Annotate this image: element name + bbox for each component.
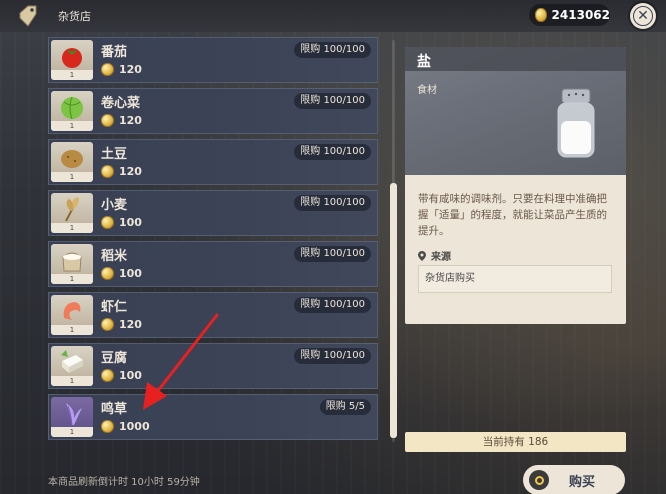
mora-coin-icon <box>101 318 114 331</box>
item-price: 100 <box>101 267 142 280</box>
item-quantity: 1 <box>51 121 93 131</box>
mora-counter: 2413062 <box>529 4 610 26</box>
source-entry[interactable]: 杂货店购买 <box>418 265 612 293</box>
item-thumbnail: 1 <box>51 142 93 182</box>
buy-confirm-icon <box>529 470 549 490</box>
buy-button[interactable]: 购买 <box>523 465 625 494</box>
item-name: 卷心菜 <box>101 96 141 111</box>
item-name: 豆腐 <box>101 351 128 366</box>
item-price: 100 <box>101 216 142 229</box>
potato-icon <box>58 145 86 171</box>
salt-shaker-icon <box>557 88 595 158</box>
item-price-value: 100 <box>119 216 142 229</box>
mora-coin-icon <box>101 267 114 280</box>
detail-type: 食材 <box>417 85 437 96</box>
item-detail-panel: 盐 食材 带有咸味的调味剂。只要在料理中准确把握「适量」的程度，就能让菜品产生质… <box>405 47 626 324</box>
purchase-limit: 限购 100/100 <box>294 246 371 262</box>
purchase-limit: 限购 100/100 <box>294 297 371 313</box>
item-name: 番茄 <box>101 45 128 60</box>
item-price: 120 <box>101 63 142 76</box>
item-price: 120 <box>101 114 142 127</box>
buy-button-label: 购买 <box>569 474 596 490</box>
item-thumbnail: 1 <box>51 91 93 131</box>
tofu-icon <box>58 349 86 375</box>
item-thumbnail: 1 <box>51 40 93 80</box>
close-button[interactable]: ✕ <box>630 3 656 29</box>
item-thumbnail: 1 <box>51 244 93 284</box>
item-thumbnail: 1 <box>51 397 93 437</box>
item-price: 1000 <box>101 420 150 433</box>
item-price-value: 120 <box>119 165 142 178</box>
item-thumbnail: 1 <box>51 295 93 335</box>
purchase-limit: 限购 100/100 <box>294 144 371 160</box>
shop-tag-icon <box>19 5 37 27</box>
detail-title: 盐 <box>417 54 431 70</box>
cabbage-icon <box>58 94 86 120</box>
item-quantity: 1 <box>51 376 93 386</box>
item-quantity: 1 <box>51 172 93 182</box>
item-thumbnail: 1 <box>51 346 93 386</box>
rice-icon <box>58 247 86 273</box>
item-price-value: 120 <box>119 63 142 76</box>
mora-coin-icon <box>101 216 114 229</box>
shop-title: 杂货店 <box>58 10 91 23</box>
item-quantity: 1 <box>51 427 93 437</box>
mora-coin-icon <box>101 420 114 433</box>
source-heading-label: 来源 <box>431 252 451 263</box>
source-heading: 来源 <box>418 248 451 263</box>
shop-item-row[interactable]: 1 番茄 120 限购 100/100 <box>48 37 378 83</box>
shrimp-icon <box>58 298 86 324</box>
red-arrow-annotation <box>143 313 219 410</box>
item-thumbnail: 1 <box>51 193 93 233</box>
purchase-limit: 限购 100/100 <box>294 42 371 58</box>
shop-item-row[interactable]: 1 稻米 100 限购 100/100 <box>48 241 378 287</box>
wheat-icon <box>58 196 86 222</box>
owned-count: 当前持有 186 <box>405 432 626 452</box>
mora-coin-icon <box>535 8 547 22</box>
item-name: 虾仁 <box>101 300 128 315</box>
item-name: 稻米 <box>101 249 128 264</box>
scrollbar-thumb[interactable] <box>390 183 397 438</box>
mora-coin-icon <box>101 63 114 76</box>
top-bar: 杂货店 2413062 ✕ <box>0 0 666 32</box>
item-name: 小麦 <box>101 198 128 213</box>
mora-coin-icon <box>101 165 114 178</box>
item-price-value: 100 <box>119 267 142 280</box>
mora-coin-icon <box>101 369 114 382</box>
purchase-limit: 限购 100/100 <box>294 93 371 109</box>
shop-item-row[interactable]: 1 卷心菜 120 限购 100/100 <box>48 88 378 134</box>
item-quantity: 1 <box>51 325 93 335</box>
purchase-limit: 限购 100/100 <box>294 195 371 211</box>
item-price-value: 1000 <box>119 420 150 433</box>
item-name: 土豆 <box>101 147 128 162</box>
refresh-countdown: 本商品刷新倒计时 10小时 59分钟 <box>48 477 200 488</box>
tomato-icon <box>58 43 86 69</box>
item-quantity: 1 <box>51 274 93 284</box>
mora-coin-icon <box>101 114 114 127</box>
item-quantity: 1 <box>51 70 93 80</box>
purchase-limit: 限购 100/100 <box>294 348 371 364</box>
item-price: 120 <box>101 165 142 178</box>
close-icon: ✕ <box>637 8 649 24</box>
purchase-limit: 限购 5/5 <box>319 399 371 415</box>
item-name: 鸣草 <box>101 402 128 417</box>
shop-item-row[interactable]: 1 小麦 100 限购 100/100 <box>48 190 378 236</box>
item-quantity: 1 <box>51 223 93 233</box>
naku-weed-icon <box>58 400 86 426</box>
item-price-value: 120 <box>119 114 142 127</box>
mora-amount: 2413062 <box>551 8 610 22</box>
detail-description: 带有咸味的调味剂。只要在料理中准确把握「适量」的程度，就能让菜品产生质的提升。 <box>418 193 607 237</box>
shop-item-row[interactable]: 1 土豆 120 限购 100/100 <box>48 139 378 185</box>
location-pin-icon <box>418 250 426 261</box>
